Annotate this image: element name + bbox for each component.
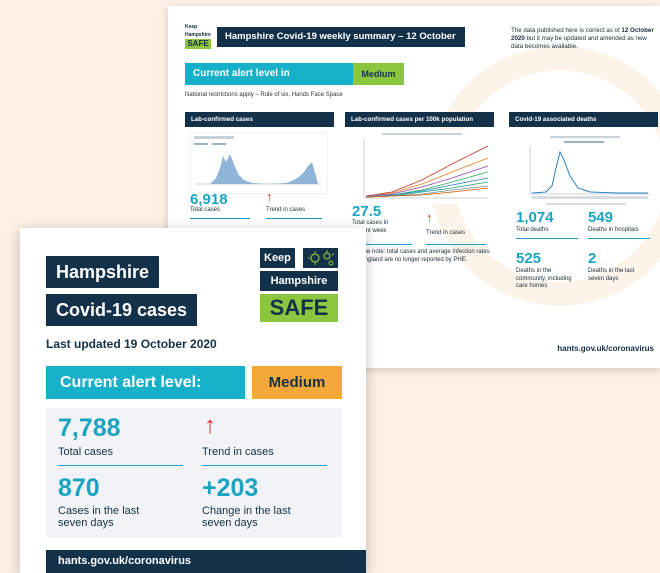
alert-level-label: Current alert level in Hampshire: — [185, 63, 353, 101]
divider — [266, 218, 322, 219]
alert-level-value: Medium — [252, 366, 342, 399]
alert-level-label: Current alert level: — [46, 366, 245, 399]
change-value: +203 — [202, 474, 259, 502]
divider — [516, 238, 578, 239]
divider — [58, 465, 183, 466]
logo-hampshire-text: Hampshire — [260, 271, 338, 291]
hospital-deaths-value: 549 — [588, 209, 614, 226]
lab-cases-chart-thumbnail — [190, 132, 328, 194]
data-note: The data published here is correct as of… — [511, 27, 654, 50]
per100k-value: 27.5 — [352, 203, 382, 220]
total-cases-label: Total cases — [58, 446, 114, 458]
logo-safe-text: SAFE — [185, 39, 211, 49]
total-cases-value: 7,788 — [58, 414, 121, 442]
card-title-hampshire: Hampshire — [46, 256, 160, 288]
keep-hampshire-safe-logo: Keep Hampshire SAFE — [260, 248, 338, 328]
front-url-link[interactable]: hants.gov.uk/coronavirus — [46, 550, 366, 573]
logo-hampshire-text: Hampshire — [185, 32, 211, 38]
total-deaths-label: Total deaths — [516, 227, 549, 233]
hospital-deaths-label: Deaths in hospitals — [588, 227, 639, 233]
keep-hampshire-safe-logo-small: Keep Hampshire SAFE — [185, 24, 211, 50]
week-deaths-label: Deaths in the last seven days — [588, 268, 635, 282]
week-cases-value: 870 — [58, 474, 100, 502]
per100k-trend-label: Trend in cases — [426, 230, 466, 236]
deaths-column: Covid-19 associated deaths — [509, 112, 658, 127]
divider — [202, 465, 327, 466]
logo-keep-text: Keep — [260, 248, 295, 268]
per100k-note: Please note: total cases and average inf… — [352, 249, 490, 263]
week-deaths-value: 2 — [588, 250, 597, 267]
per100k-heading: Lab-confirmed cases per 100k population — [345, 112, 494, 127]
trend-up-arrow-icon: ↑ — [426, 210, 433, 225]
lab-cases-total-label: Total cases — [190, 207, 221, 213]
divider — [190, 218, 250, 219]
per100k-column: Lab-confirmed cases per 100k population — [345, 112, 494, 127]
covid-cases-card: Hampshire Covid-19 cases Keep Hampshire … — [20, 228, 366, 573]
stats-panel: 7,788 Total cases ↑ Trend in cases 870 C… — [46, 408, 342, 538]
divider — [588, 238, 650, 239]
community-deaths-label: Deaths in the community, including care … — [516, 268, 572, 289]
summary-title: Hampshire Covid-19 weekly summary – 12 O… — [217, 27, 465, 47]
lab-cases-heading: Lab-confirmed cases — [185, 112, 334, 127]
back-url-link[interactable]: hants.gov.uk/coronavirus — [557, 344, 654, 353]
trend-up-arrow-icon: ↑ — [266, 189, 273, 204]
deaths-chart-thumbnail — [516, 132, 652, 208]
trend-in-cases-label: Trend in cases — [202, 446, 274, 458]
logo-keep-text: Keep — [185, 24, 198, 30]
last-updated-text: Last updated 19 October 2020 — [46, 337, 217, 351]
lab-cases-column: Lab-confirmed cases — [185, 112, 334, 127]
lab-cases-total: 6,918 — [190, 191, 228, 208]
per100k-chart-thumbnail — [352, 130, 492, 204]
week-cases-label: Cases in the last seven days — [58, 505, 140, 529]
restrictions-text: National restrictions apply – Rule of si… — [185, 92, 343, 98]
trend-up-arrow-icon: ↑ — [204, 412, 216, 439]
alert-level-value: Medium — [353, 63, 404, 85]
virus-icon — [303, 248, 338, 268]
logo-safe-text: SAFE — [260, 294, 338, 322]
community-deaths-value: 525 — [516, 250, 542, 267]
deaths-heading: Covid-19 associated deaths — [509, 112, 658, 127]
lab-cases-trend-label: Trend in cases — [266, 207, 306, 213]
total-deaths-value: 1,074 — [516, 209, 554, 226]
divider — [426, 244, 486, 245]
card-title-covid-cases: Covid-19 cases — [46, 294, 198, 326]
change-label: Change in the last seven days — [202, 505, 291, 529]
